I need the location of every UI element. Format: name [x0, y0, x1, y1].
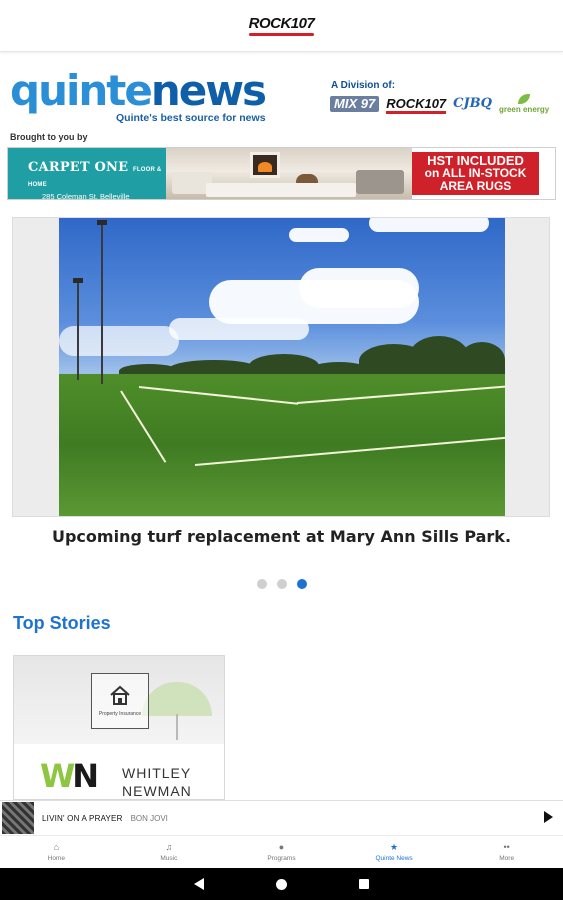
top-stories-heading: Top Stories: [13, 613, 111, 633]
ad-rug: [206, 183, 356, 197]
treeline: [59, 336, 505, 378]
sponsor-ad-banner[interactable]: CARPET ONE FLOOR & HOME 285 Coleman St. …: [7, 147, 556, 200]
brand-green-energy-label: green energy: [498, 105, 550, 114]
nav-label-programs: Programs: [267, 855, 296, 862]
brand-logos: MIX 97 ROCK107 CJBQ green energy: [330, 94, 549, 114]
carousel-dot-3[interactable]: [296, 579, 307, 589]
division-label: A Division of:: [331, 80, 396, 91]
brand-cjbq-logo: CJBQ: [453, 96, 492, 111]
whitley-newman-name: WHITLEY NEWMAN: [122, 764, 192, 799]
name-line-1: WHITLEY: [122, 765, 192, 781]
brand-mix97-logo: MIX 97: [330, 96, 380, 112]
logo-letter-w: W: [40, 757, 75, 795]
logo-part-quinte: quinte: [10, 66, 153, 115]
light-pole: [77, 280, 79, 380]
carousel-slide-image[interactable]: [59, 218, 505, 516]
nav-item-music[interactable]: ♫ Music: [113, 836, 226, 868]
carousel-dot-2[interactable]: [276, 579, 287, 589]
ad-sofa-right: [356, 170, 404, 194]
more-icon: ••: [503, 842, 510, 852]
name-line-2: NEWMAN: [122, 783, 192, 799]
light-pole: [101, 222, 103, 384]
system-home-icon[interactable]: [276, 878, 287, 890]
track-artist: BON JOVI: [130, 813, 168, 823]
nav-item-quinte-news[interactable]: ★ Quinte News: [338, 836, 451, 868]
property-insurance-box: Property Insurance: [91, 673, 149, 729]
nav-label-home: Home: [47, 855, 65, 862]
nav-item-programs[interactable]: ● Programs: [225, 836, 338, 868]
album-art[interactable]: [2, 802, 34, 834]
light-pole-head: [73, 278, 83, 283]
star-icon: ★: [390, 842, 399, 852]
brought-to-you-label: Brought to you by: [10, 132, 88, 142]
microphone-icon: ●: [278, 842, 285, 852]
tree: [459, 342, 505, 378]
carousel-indicators: [0, 579, 563, 589]
mini-player[interactable]: LIVIN' ON A PRAYER BON JOVI: [0, 800, 563, 835]
ad-promo-line3: AREA RUGS: [439, 179, 512, 193]
play-icon[interactable]: [544, 811, 553, 823]
cloud: [369, 218, 489, 232]
light-pole-head: [97, 220, 107, 225]
cloud: [289, 228, 349, 242]
carousel-caption[interactable]: Upcoming turf replacement at Mary Ann Si…: [0, 527, 563, 546]
house-icon: [110, 685, 130, 705]
umbrella-pole: [176, 714, 178, 740]
music-note-icon: ♫: [165, 842, 173, 852]
ad-fire: [258, 162, 272, 172]
nav-item-more[interactable]: •• More: [450, 836, 563, 868]
carousel-dot-1[interactable]: [256, 579, 267, 589]
ad-company-panel: CARPET ONE FLOOR & HOME 285 Coleman St. …: [8, 148, 166, 199]
whitley-newman-logo-mark: WN: [40, 757, 99, 795]
leaf-icon: [518, 94, 531, 104]
recent-apps-icon[interactable]: [359, 879, 369, 889]
story-card-image: Property Insurance: [14, 656, 224, 744]
nav-item-home[interactable]: ⌂ Home: [0, 836, 113, 868]
story-card[interactable]: Property Insurance WN WHITLEY NEWMAN: [13, 655, 225, 800]
umbrella-graphic: [142, 682, 212, 716]
brand-green-energy-logo: green energy: [499, 94, 549, 114]
bottom-navigation: ⌂ Home ♫ Music ● Programs ★ Quinte News …: [0, 835, 563, 868]
news-carousel[interactable]: [12, 217, 550, 517]
nav-label-quinte-news: Quinte News: [375, 855, 413, 862]
quintenews-logo: quintenews: [10, 66, 267, 115]
station-logo[interactable]: ROCK107: [248, 15, 315, 36]
app-screen: ROCK107 quintenews Quinte's best source …: [0, 0, 563, 900]
ad-company-name: CARPET ONE FLOOR & HOME: [28, 160, 166, 190]
nav-label-music: Music: [160, 855, 178, 862]
property-insurance-label: Property Insurance: [98, 711, 142, 717]
grass-field: [59, 374, 505, 516]
app-bar: ROCK107: [0, 0, 563, 52]
brand-rock107-logo: ROCK107: [386, 96, 447, 114]
ad-company-address: 285 Coleman St. Belleville: [42, 192, 130, 200]
nav-label-more: More: [499, 855, 515, 862]
home-icon: ⌂: [53, 842, 60, 852]
logo-tagline: Quinte's best source for news: [116, 112, 266, 124]
system-navigation-bar: [0, 868, 563, 900]
news-header-banner: quintenews Quinte's best source for news…: [0, 60, 563, 132]
cloud: [299, 268, 419, 308]
ad-company-title: CARPET ONE: [28, 160, 129, 175]
back-icon[interactable]: [194, 878, 204, 890]
ad-promo-panel: HST INCLUDED on ALL IN-STOCK AREA RUGS: [412, 152, 539, 195]
ad-room-image: [166, 148, 412, 199]
logo-letter-n: N: [72, 757, 99, 795]
sponsor-logo-area: WN WHITLEY NEWMAN: [14, 744, 224, 799]
track-title: LIVIN' ON A PRAYER: [42, 813, 123, 823]
logo-part-news: news: [150, 66, 267, 115]
